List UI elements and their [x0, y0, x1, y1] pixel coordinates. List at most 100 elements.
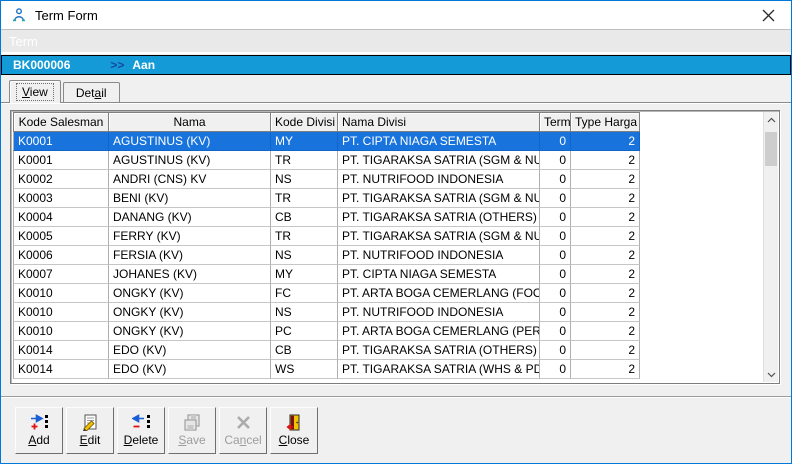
table-row[interactable]: K0003BENI (KV)TRPT. TIGARAKSA SATRIA (SG…: [13, 189, 763, 208]
view-tab-page: Kode SalesmanNamaKode DivisiNama DivisiT…: [1, 102, 791, 396]
door-exit-icon: [286, 414, 302, 432]
table-cell: PT. TIGARAKSA SATRIA (SGM & NUTRIL: [338, 227, 540, 246]
record-bar: BK000006 >> Aan: [1, 55, 791, 75]
record-separator: >>: [110, 58, 124, 72]
table-cell: PT. NUTRIFOOD INDONESIA: [338, 303, 540, 322]
table-cell: 2: [571, 227, 640, 246]
salesman-term-grid: Kode SalesmanNamaKode DivisiNama DivisiT…: [10, 110, 780, 384]
table-cell: ONGKY (KV): [109, 322, 271, 341]
table-cell: 0: [540, 246, 571, 265]
table-cell: PT. TIGARAKSA SATRIA (OTHERS): [338, 208, 540, 227]
table-cell: 0: [540, 227, 571, 246]
close-button-label: Close: [279, 434, 310, 447]
close-button-toolbar[interactable]: Close: [270, 407, 318, 454]
table-cell: NS: [271, 170, 338, 189]
table-cell: PT. NUTRIFOOD INDONESIA: [338, 246, 540, 265]
table-cell: 2: [571, 151, 640, 170]
grid-scroll-area: Kode SalesmanNamaKode DivisiNama DivisiT…: [11, 111, 779, 383]
edit-icon: [81, 414, 99, 432]
table-cell: NS: [271, 246, 338, 265]
table-row[interactable]: K0010ONGKY (KV)NSPT. NUTRIFOOD INDONESIA…: [13, 303, 763, 322]
table-row[interactable]: K0006FERSIA (KV)NSPT. NUTRIFOOD INDONESI…: [13, 246, 763, 265]
save-icon: [183, 414, 201, 432]
table-cell: 2: [571, 360, 640, 379]
tab-detail[interactable]: Detail: [63, 82, 120, 102]
table-cell: ONGKY (KV): [109, 303, 271, 322]
button-toolbar: Add Edit Delete: [1, 396, 791, 463]
scrollbar-thumb[interactable]: [765, 132, 777, 166]
table-cell: AGUSTINUS (KV): [109, 132, 271, 151]
table-cell: ONGKY (KV): [109, 284, 271, 303]
title-bar: Term Form: [1, 1, 791, 30]
table-cell: PT. TIGARAKSA SATRIA (SGM & NUTRIL: [338, 189, 540, 208]
table-cell: 2: [571, 170, 640, 189]
add-button[interactable]: Add: [15, 407, 63, 454]
record-bar-wrap: BK000006 >> Aan: [1, 54, 791, 75]
table-row[interactable]: K0014EDO (KV)CBPT. TIGARAKSA SATRIA (OTH…: [13, 341, 763, 360]
delete-button[interactable]: Delete: [117, 407, 165, 454]
cancel-icon: [236, 414, 251, 432]
save-button[interactable]: Save: [168, 407, 216, 454]
grid-column-header: Kode Salesman: [13, 112, 109, 132]
table-row[interactable]: K0010ONGKY (KV)FCPT. ARTA BOGA CEMERLANG…: [13, 284, 763, 303]
table-row[interactable]: K0001AGUSTINUS (KV)MYPT. CIPTA NIAGA SEM…: [13, 132, 763, 151]
table-cell: 0: [540, 132, 571, 151]
tab-view-label: View: [16, 83, 54, 101]
table-cell: 0: [540, 322, 571, 341]
table-cell: K0010: [13, 284, 109, 303]
table-cell: K0004: [13, 208, 109, 227]
table-cell: EDO (KV): [109, 341, 271, 360]
table-cell: 0: [540, 170, 571, 189]
table-cell: FERSIA (KV): [109, 246, 271, 265]
scroll-up-button[interactable]: [764, 112, 778, 127]
table-cell: 2: [571, 246, 640, 265]
vertical-scrollbar[interactable]: [763, 112, 778, 382]
table-row[interactable]: K0007JOHANES (KV)MYPT. CIPTA NIAGA SEMES…: [13, 265, 763, 284]
table-cell: 2: [571, 341, 640, 360]
delete-icon: [132, 414, 151, 432]
person-form-icon: [11, 7, 27, 23]
chevron-up-icon: [767, 117, 776, 123]
cancel-button-label: Cancel: [224, 434, 261, 447]
table-cell: PT. TIGARAKSA SATRIA (OTHERS): [338, 341, 540, 360]
table-row[interactable]: K0004DANANG (KV)CBPT. TIGARAKSA SATRIA (…: [13, 208, 763, 227]
table-cell: PC: [271, 322, 338, 341]
table-cell: 0: [540, 208, 571, 227]
record-code: BK000006: [13, 58, 70, 72]
table-cell: TR: [271, 227, 338, 246]
table-cell: 0: [540, 303, 571, 322]
table-cell: 2: [571, 132, 640, 151]
table-cell: JOHANES (KV): [109, 265, 271, 284]
window-title: Term Form: [35, 8, 98, 23]
table-cell: K0001: [13, 132, 109, 151]
add-icon: [30, 414, 49, 432]
add-button-label: Add: [28, 434, 49, 447]
scrollbar-track[interactable]: [764, 127, 778, 367]
term-caption-band: Term: [1, 30, 791, 54]
close-icon: [762, 9, 775, 22]
term-caption-label: Term: [9, 34, 38, 49]
table-row[interactable]: K0010ONGKY (KV)PCPT. ARTA BOGA CEMERLANG…: [13, 322, 763, 341]
grid-body: K0001AGUSTINUS (KV)MYPT. CIPTA NIAGA SEM…: [13, 132, 763, 379]
table-row[interactable]: K0002ANDRI (CNS) KVNSPT. NUTRIFOOD INDON…: [13, 170, 763, 189]
scroll-down-button[interactable]: [764, 367, 778, 382]
chevron-down-icon: [767, 372, 776, 378]
cancel-button[interactable]: Cancel: [219, 407, 267, 454]
table-cell: MY: [271, 265, 338, 284]
close-button[interactable]: [746, 1, 791, 29]
table-cell: NS: [271, 303, 338, 322]
table-cell: AGUSTINUS (KV): [109, 151, 271, 170]
table-cell: 2: [571, 208, 640, 227]
table-cell: EDO (KV): [109, 360, 271, 379]
tab-view[interactable]: View: [9, 80, 61, 103]
edit-button[interactable]: Edit: [66, 407, 114, 454]
table-cell: K0014: [13, 341, 109, 360]
table-row[interactable]: K0005FERRY (KV)TRPT. TIGARAKSA SATRIA (S…: [13, 227, 763, 246]
table-cell: K0010: [13, 322, 109, 341]
table-cell: 0: [540, 189, 571, 208]
table-cell: 2: [571, 189, 640, 208]
grid-column-header: Nama Divisi: [338, 112, 540, 132]
table-cell: DANANG (KV): [109, 208, 271, 227]
table-row[interactable]: K0001AGUSTINUS (KV)TRPT. TIGARAKSA SATRI…: [13, 151, 763, 170]
table-row[interactable]: K0014EDO (KV)WSPT. TIGARAKSA SATRIA (WHS…: [13, 360, 763, 379]
